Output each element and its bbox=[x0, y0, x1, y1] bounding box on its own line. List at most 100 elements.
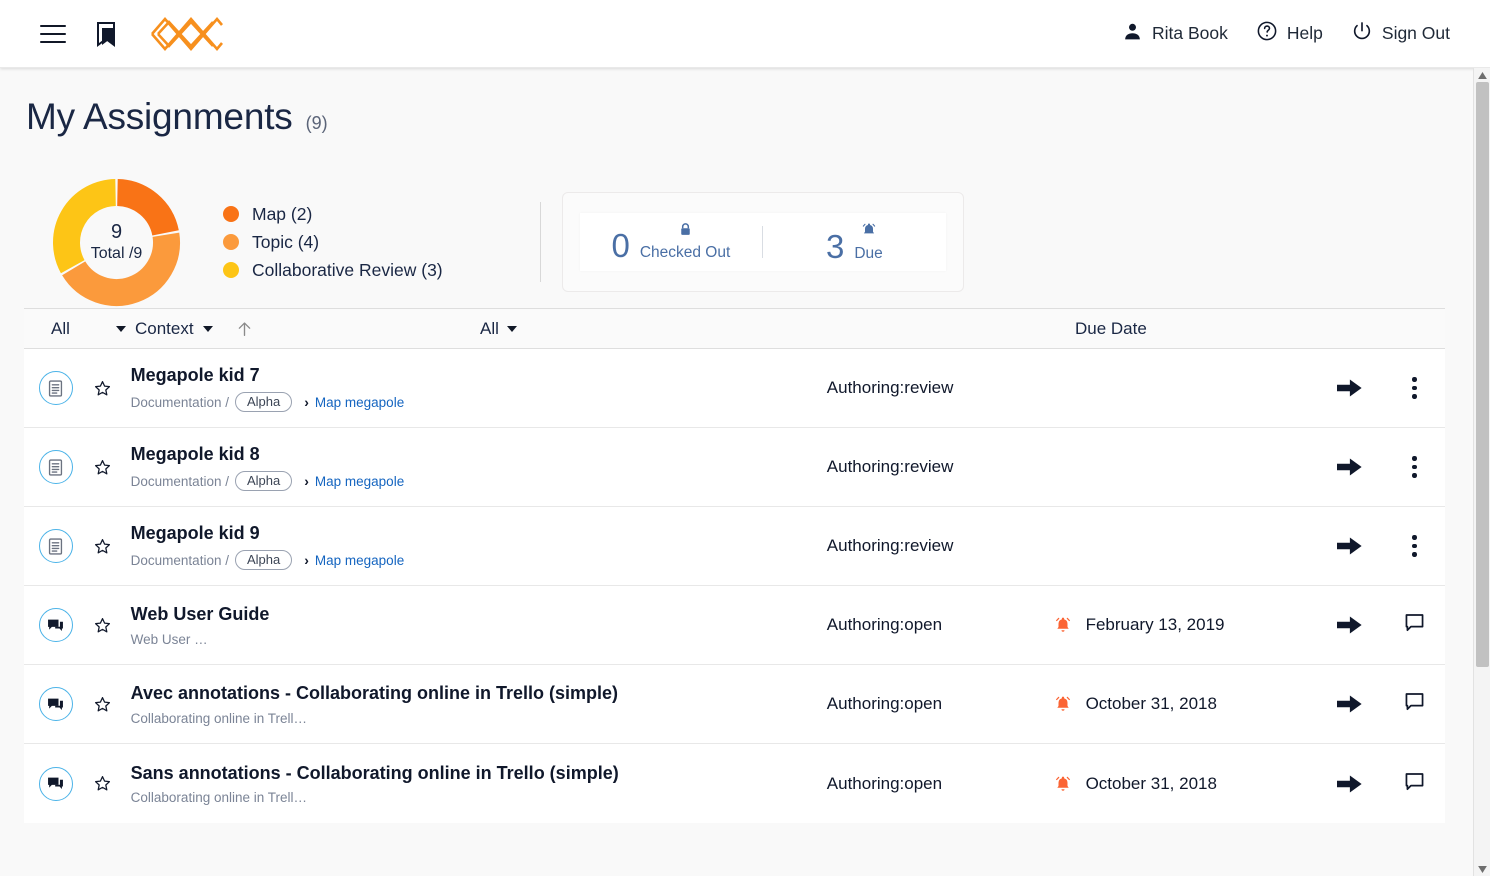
context-tag[interactable]: Alpha bbox=[234, 550, 293, 571]
row-title[interactable]: Avec annotations - Collaborating online … bbox=[131, 682, 827, 705]
comment-icon[interactable] bbox=[1403, 611, 1426, 639]
due-date-header: Due Date bbox=[1075, 319, 1445, 339]
context-link[interactable]: Map megapole bbox=[315, 553, 404, 568]
row-secondary-action[interactable] bbox=[1384, 377, 1445, 399]
filter-all-right[interactable]: All bbox=[480, 319, 1075, 339]
table-header-row: All Context All Due Date bbox=[24, 308, 1445, 349]
filter-all-left[interactable]: All bbox=[24, 319, 116, 339]
kebab-menu-icon[interactable] bbox=[1412, 377, 1417, 399]
vertical-scrollbar[interactable] bbox=[1473, 68, 1490, 876]
context-tag[interactable]: Alpha bbox=[234, 471, 293, 492]
kebab-menu-icon[interactable] bbox=[1412, 456, 1417, 478]
row-due-date: October 31, 2018 bbox=[1054, 774, 1315, 794]
chevron-down-icon[interactable] bbox=[202, 325, 213, 332]
row-secondary-action[interactable] bbox=[1384, 611, 1445, 639]
row-breadcrumb: Documentation / Alpha › Map megapole bbox=[130, 471, 827, 492]
due-text: Due bbox=[854, 222, 883, 263]
row-title[interactable]: Web User Guide bbox=[131, 603, 827, 626]
context-link[interactable]: Map megapole bbox=[315, 395, 404, 410]
table-row[interactable]: Sans annotations - Collaborating online … bbox=[24, 744, 1445, 823]
row-secondary-action[interactable] bbox=[1384, 535, 1445, 557]
user-account-button[interactable]: Rita Book bbox=[1108, 15, 1242, 53]
arrow-right-icon[interactable] bbox=[1315, 773, 1384, 795]
row-main-cell: Megapole kid 9 Documentation / Alpha › M… bbox=[119, 522, 827, 571]
arrow-right-icon[interactable] bbox=[1315, 614, 1384, 636]
scroll-down-arrow-icon[interactable] bbox=[1474, 862, 1490, 876]
row-title[interactable]: Megapole kid 8 bbox=[131, 443, 827, 466]
donut-slice-map[interactable] bbox=[116, 178, 179, 236]
favorite-star-icon[interactable] bbox=[87, 695, 119, 714]
comment-icon[interactable] bbox=[1403, 770, 1426, 798]
due-stat[interactable]: 3 Due bbox=[763, 222, 946, 263]
row-type-icon-cell bbox=[24, 450, 87, 484]
due-value: 3 bbox=[825, 227, 845, 265]
comment-icon[interactable] bbox=[38, 608, 73, 642]
row-secondary-action[interactable] bbox=[1384, 690, 1445, 718]
question-circle-icon bbox=[1256, 20, 1278, 47]
legend-item-collaborative-review[interactable]: Collaborative Review (3) bbox=[223, 260, 443, 281]
page-item-count: (9) bbox=[305, 113, 328, 133]
row-secondary-action[interactable] bbox=[1384, 456, 1445, 478]
favorite-star-icon[interactable] bbox=[87, 458, 119, 477]
legend-item-map[interactable]: Map (2) bbox=[223, 204, 443, 225]
sign-out-button[interactable]: Sign Out bbox=[1337, 14, 1464, 53]
favorite-star-icon[interactable] bbox=[87, 379, 119, 398]
legend-color-swatch bbox=[223, 206, 239, 222]
arrow-right-icon[interactable] bbox=[1315, 535, 1384, 557]
arrow-right-icon[interactable] bbox=[1315, 456, 1384, 478]
row-title[interactable]: Sans annotations - Collaborating online … bbox=[131, 762, 827, 785]
context-tag[interactable]: Alpha bbox=[234, 392, 293, 413]
row-type-icon-cell bbox=[24, 766, 87, 801]
row-breadcrumb: Documentation / Alpha › Map megapole bbox=[130, 550, 827, 571]
filter-all-right-label: All bbox=[480, 318, 499, 338]
comment-icon[interactable] bbox=[38, 687, 73, 721]
sort-ascending-arrow-icon[interactable] bbox=[235, 318, 254, 340]
donut-slice-topic[interactable] bbox=[62, 232, 180, 306]
row-type-icon-cell bbox=[24, 371, 87, 405]
breadcrumb-prefix: Documentation / bbox=[130, 473, 229, 489]
table-row[interactable]: Megapole kid 7 Documentation / Alpha › M… bbox=[24, 349, 1445, 428]
document-icon[interactable] bbox=[38, 529, 73, 563]
kebab-menu-icon[interactable] bbox=[1412, 535, 1417, 557]
row-title[interactable]: Megapole kid 9 bbox=[131, 522, 827, 545]
comment-icon[interactable] bbox=[1403, 690, 1426, 718]
checked-out-value: 0 bbox=[611, 227, 630, 264]
page-title-row: My Assignments (9) bbox=[0, 68, 1473, 138]
document-icon[interactable] bbox=[38, 371, 73, 405]
scroll-up-arrow-icon[interactable] bbox=[1474, 68, 1490, 82]
document-icon[interactable] bbox=[38, 450, 73, 484]
breadcrumb-prefix: Documentation / bbox=[130, 552, 229, 568]
bookmark-icon[interactable] bbox=[94, 20, 118, 48]
help-button[interactable]: Help bbox=[1242, 14, 1337, 53]
legend-item-topic[interactable]: Topic (4) bbox=[223, 232, 443, 253]
context-link[interactable]: Map megapole bbox=[315, 474, 404, 489]
filter-all-left-label: All bbox=[51, 318, 70, 338]
arrow-right-icon[interactable] bbox=[1315, 377, 1384, 399]
row-secondary-action[interactable] bbox=[1384, 770, 1445, 798]
table-row[interactable]: Web User Guide Web User … Authoring:open… bbox=[24, 586, 1445, 665]
favorite-star-icon[interactable] bbox=[87, 537, 119, 556]
due-date-header-label: Due Date bbox=[1075, 318, 1147, 338]
checked-out-stat[interactable]: 0 Checked Out bbox=[580, 222, 763, 262]
donut-slice-collaborative-review[interactable] bbox=[53, 178, 117, 273]
filter-context-label: Context bbox=[135, 318, 194, 338]
scrollbar-thumb[interactable] bbox=[1476, 82, 1489, 667]
favorite-star-icon[interactable] bbox=[87, 774, 119, 793]
table-row[interactable]: Avec annotations - Collaborating online … bbox=[24, 665, 1445, 744]
favorite-star-icon[interactable] bbox=[87, 616, 119, 635]
topbar-right-group: Rita Book Help Sign Out bbox=[1108, 14, 1464, 53]
row-title[interactable]: Megapole kid 7 bbox=[131, 364, 827, 387]
chevron-down-icon[interactable] bbox=[116, 325, 126, 332]
comment-icon[interactable] bbox=[38, 766, 73, 801]
row-main-cell: Avec annotations - Collaborating online … bbox=[119, 682, 827, 726]
filter-context[interactable]: Context bbox=[116, 319, 213, 339]
app-logo-icon[interactable] bbox=[148, 12, 226, 56]
arrow-right-icon[interactable] bbox=[1315, 693, 1384, 715]
hamburger-menu-icon[interactable] bbox=[40, 24, 66, 43]
table-row[interactable]: Megapole kid 8 Documentation / Alpha › M… bbox=[24, 428, 1445, 507]
row-status: Authoring:open bbox=[826, 615, 943, 634]
table-row[interactable]: Megapole kid 9 Documentation / Alpha › M… bbox=[24, 507, 1445, 586]
lock-icon bbox=[678, 222, 693, 242]
due-bell-icon bbox=[1054, 775, 1072, 793]
chevron-down-icon[interactable] bbox=[506, 325, 517, 332]
